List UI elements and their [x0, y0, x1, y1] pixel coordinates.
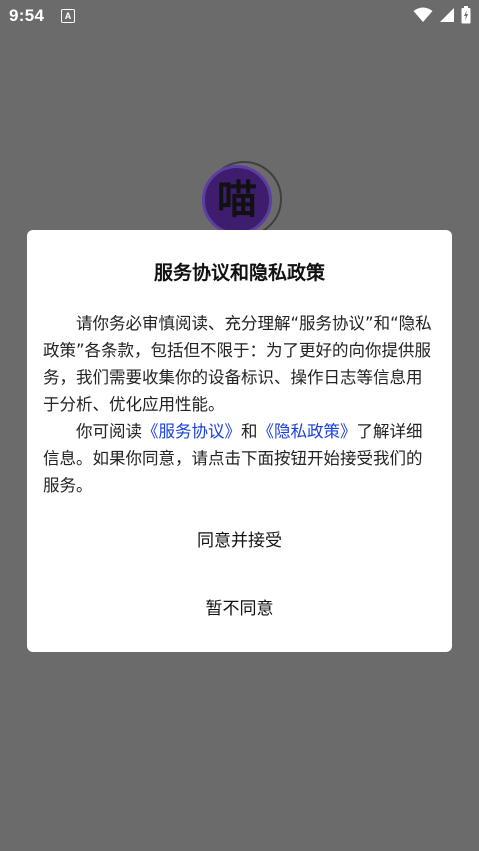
- privacy-dialog: 服务协议和隐私政策 请你务必审慎阅读、充分理解“服务协议”和“隐私政策”各条款，…: [27, 230, 452, 652]
- agree-button[interactable]: 同意并接受: [27, 526, 452, 556]
- status-icons: [413, 6, 471, 24]
- paragraph-2-and: 和: [241, 422, 258, 441]
- wifi-icon: [413, 7, 433, 23]
- dialog-paragraph-1: 请你务必审慎阅读、充分理解“服务协议”和“隐私政策”各条款，包括但不限于：为了更…: [43, 314, 432, 414]
- disagree-button[interactable]: 暂不同意: [27, 594, 452, 624]
- paragraph-2-prefix: 你可阅读: [76, 422, 142, 441]
- service-agreement-link[interactable]: 《服务协议》: [142, 422, 241, 441]
- status-time: 9:54: [9, 6, 45, 25]
- dialog-paragraph-2: 你可阅读《服务协议》和《隐私政策》了解详细信息。如果你同意，请点击下面按钮开始接…: [43, 418, 438, 499]
- dialog-body: 请你务必审慎阅读、充分理解“服务协议”和“隐私政策”各条款，包括但不限于：为了更…: [43, 310, 438, 499]
- font-notification-icon: A: [61, 9, 75, 23]
- dialog-title: 服务协议和隐私政策: [153, 262, 325, 284]
- privacy-policy-link[interactable]: 《隐私政策》: [258, 422, 357, 441]
- signal-icon: [439, 7, 455, 23]
- battery-icon: [461, 6, 471, 24]
- status-bar: 9:54 A: [0, 0, 479, 32]
- logo-char: 喵: [217, 177, 257, 223]
